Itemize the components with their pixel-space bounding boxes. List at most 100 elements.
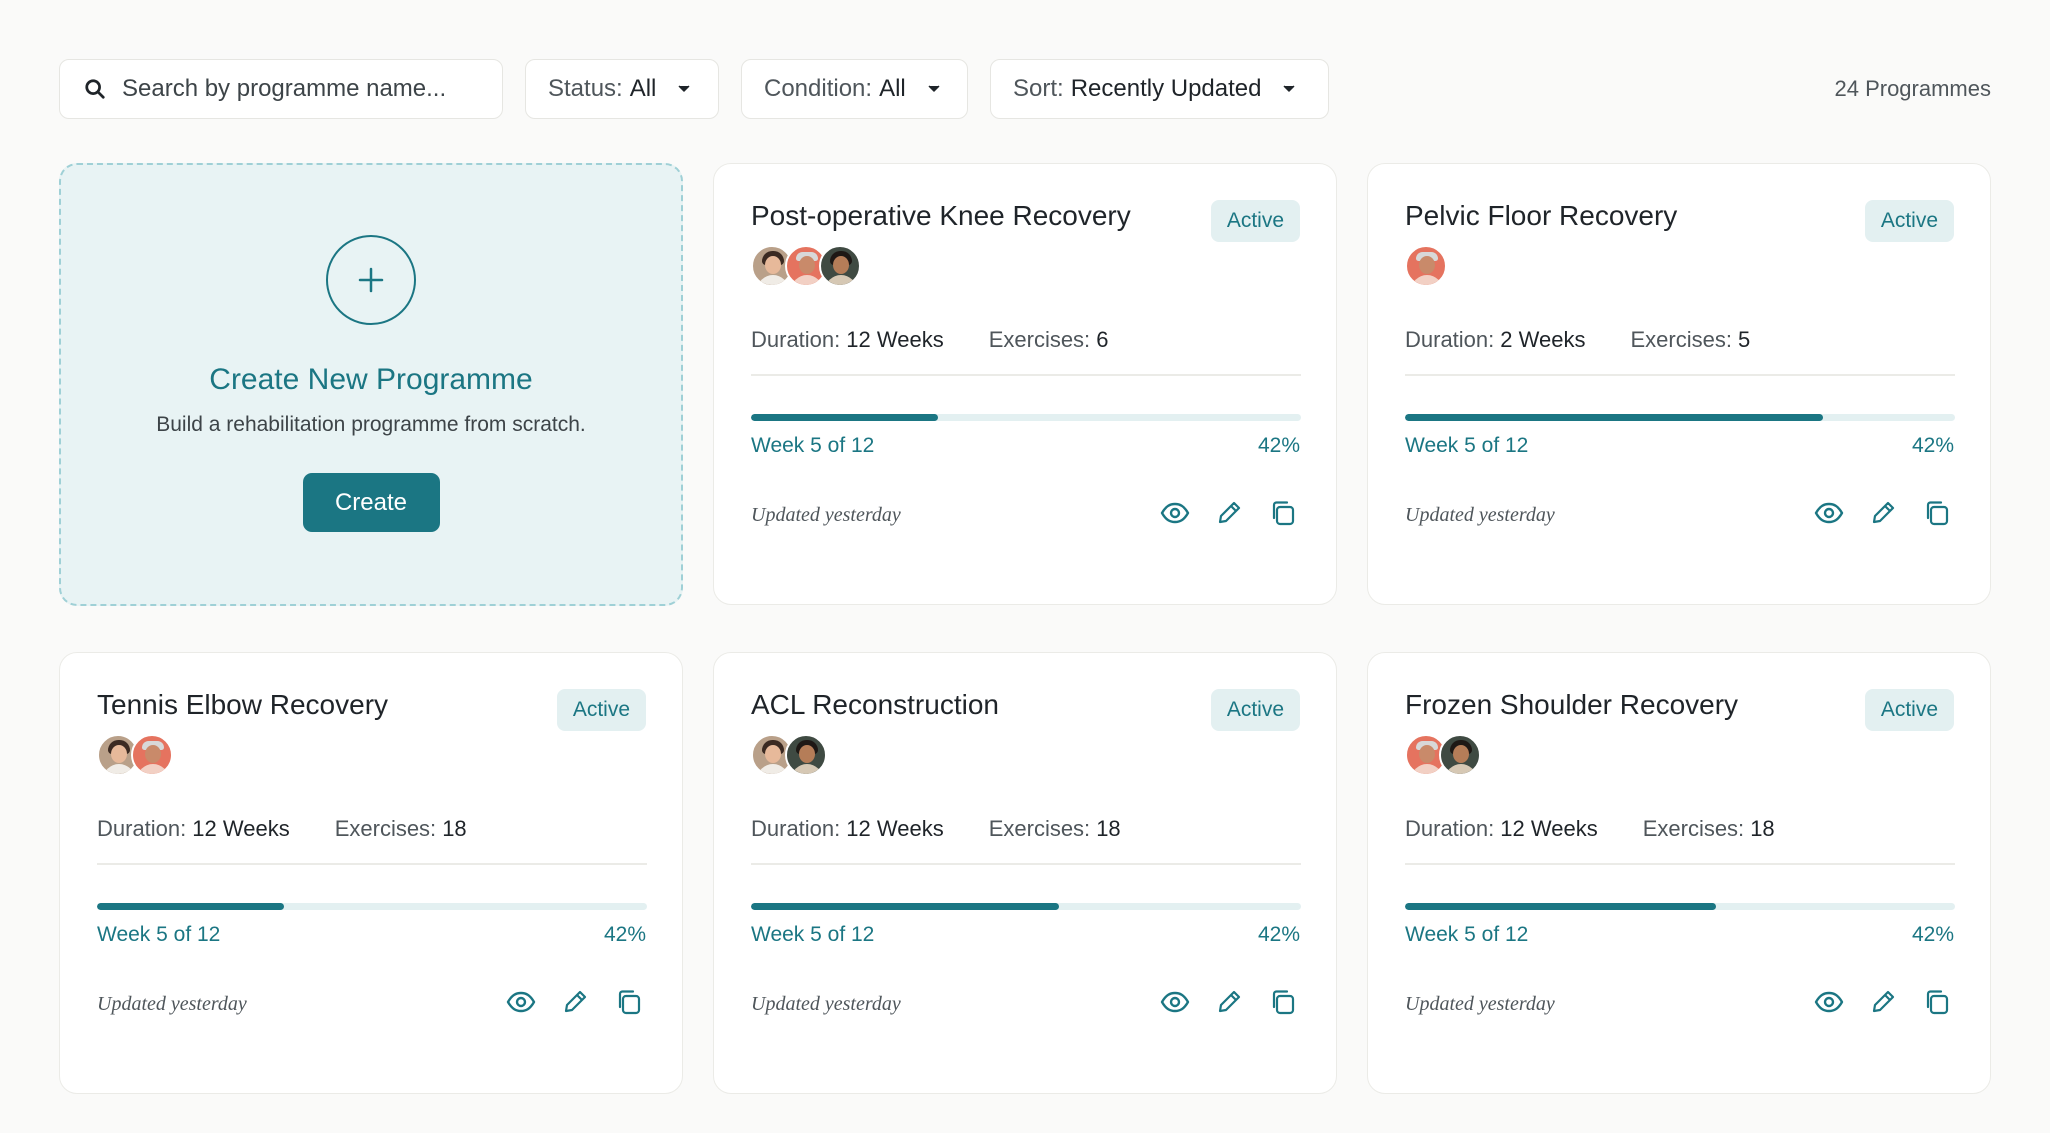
condition-filter-dropdown[interactable]: Condition: All <box>741 59 968 119</box>
progress-percent: 42% <box>1911 923 1954 946</box>
programme-meta: Duration: 12 Weeks Exercises: 6 <box>751 327 1301 353</box>
avatar <box>131 734 173 776</box>
create-programme-subtitle: Build a rehabilitation programme from sc… <box>156 413 586 436</box>
exercises-value: 5 <box>1737 327 1751 352</box>
edit-button[interactable] <box>558 985 592 1019</box>
progress-week: Week 5 of 12 <box>97 923 221 946</box>
avatar <box>1439 734 1481 776</box>
condition-filter-value: All <box>879 75 906 102</box>
progress-fill <box>751 903 1059 910</box>
eye-icon <box>1160 502 1190 524</box>
status-badge: Active <box>1864 200 1954 242</box>
programme-card[interactable]: Frozen Shoulder Recovery Active Duration… <box>1367 652 1991 1094</box>
search-box[interactable] <box>59 59 503 119</box>
progress-percent: 42% <box>1257 923 1300 946</box>
copy-icon <box>618 990 641 1015</box>
updated-text: Updated yesterday <box>751 993 901 1015</box>
duplicate-button[interactable] <box>1920 496 1954 530</box>
duration-label: Duration: <box>1405 816 1495 841</box>
chevron-down-icon <box>928 85 940 92</box>
duration-value: 12 Weeks <box>1500 816 1598 841</box>
pencil-icon <box>1218 990 1241 1013</box>
avatar <box>819 245 861 287</box>
edit-button[interactable] <box>1866 496 1900 530</box>
programme-title[interactable]: Pelvic Floor Recovery <box>1405 200 1677 232</box>
status-badge: Active <box>556 689 646 731</box>
copy-icon <box>1926 990 1949 1015</box>
card-actions <box>1792 985 1954 1019</box>
duplicate-button[interactable] <box>1266 496 1300 530</box>
avatar <box>1405 245 1447 287</box>
status-badge: Active <box>1210 689 1300 731</box>
create-button[interactable]: Create <box>302 473 440 532</box>
programme-count: 24 Programmes <box>1834 76 1991 101</box>
sort-dropdown[interactable]: Sort: Recently Updated <box>990 59 1329 119</box>
progress-percent: 42% <box>1911 434 1954 457</box>
add-programme-button[interactable] <box>326 235 416 325</box>
duration-value: 12 Weeks <box>846 816 944 841</box>
status-filter-dropdown[interactable]: Status: All <box>525 59 719 119</box>
card-actions <box>1792 496 1954 530</box>
edit-button[interactable] <box>1212 985 1246 1019</box>
toolbar: Status: All Condition: All Sort: Recentl… <box>59 59 1991 119</box>
condition-filter-label: Condition: <box>764 75 873 102</box>
edit-button[interactable] <box>1866 985 1900 1019</box>
programme-card[interactable]: Pelvic Floor Recovery Active Duration: 2… <box>1367 163 1991 605</box>
plus-icon <box>358 267 384 293</box>
exercises-value: 18 <box>442 816 467 841</box>
view-button[interactable] <box>504 985 538 1019</box>
search-input[interactable] <box>122 75 482 103</box>
eye-icon <box>1814 991 1844 1013</box>
exercises-label: Exercises: <box>334 816 437 841</box>
copy-icon <box>1272 990 1295 1015</box>
exercises-value: 18 <box>1750 816 1775 841</box>
avatar-group <box>1405 245 1447 287</box>
status-filter-label: Status: <box>548 75 623 102</box>
programme-meta: Duration: 12 Weeks Exercises: 18 <box>751 816 1301 842</box>
card-divider <box>751 374 1301 376</box>
edit-button[interactable] <box>1212 496 1246 530</box>
programme-title[interactable]: Frozen Shoulder Recovery <box>1405 689 1738 721</box>
duration-label: Duration: <box>97 816 187 841</box>
card-actions <box>1138 496 1300 530</box>
programme-card[interactable]: Post-operative Knee Recovery Active Dura… <box>713 163 1337 605</box>
exercises-value: 6 <box>1096 327 1109 352</box>
pencil-icon <box>564 990 587 1013</box>
updated-text: Updated yesterday <box>1405 504 1555 526</box>
programme-title[interactable]: Post-operative Knee Recovery <box>751 200 1131 232</box>
duplicate-button[interactable] <box>1266 985 1300 1019</box>
duration-value: 12 Weeks <box>192 816 290 841</box>
avatar <box>785 734 827 776</box>
chevron-down-icon <box>1283 85 1295 92</box>
view-button[interactable] <box>1158 985 1192 1019</box>
view-button[interactable] <box>1812 496 1846 530</box>
card-divider <box>751 863 1301 865</box>
progress-percent: 42% <box>1257 434 1300 457</box>
copy-icon <box>1926 501 1949 526</box>
status-filter-value: All <box>629 75 657 102</box>
programme-card[interactable]: Tennis Elbow Recovery Active Duration: 1… <box>59 652 683 1094</box>
duration-label: Duration: <box>751 816 841 841</box>
eye-icon <box>1160 991 1190 1013</box>
status-badge: Active <box>1864 689 1954 731</box>
programme-title[interactable]: ACL Reconstruction <box>751 689 999 721</box>
programme-meta: Duration: 2 Weeks Exercises: 5 <box>1405 327 1955 353</box>
view-button[interactable] <box>1812 985 1846 1019</box>
progress-bar <box>97 903 647 910</box>
eye-icon <box>1814 502 1844 524</box>
duration-label: Duration: <box>751 327 841 352</box>
status-badge: Active <box>1210 200 1300 242</box>
updated-text: Updated yesterday <box>1405 993 1555 1015</box>
sort-label: Sort: <box>1013 75 1064 102</box>
programme-title[interactable]: Tennis Elbow Recovery <box>97 689 388 721</box>
programme-card[interactable]: ACL Reconstruction Active Duration: 12 W… <box>713 652 1337 1094</box>
create-programme-title: Create New Programme <box>209 363 533 396</box>
view-button[interactable] <box>1158 496 1192 530</box>
card-actions <box>484 985 646 1019</box>
exercises-label: Exercises: <box>988 327 1091 352</box>
pencil-icon <box>1218 501 1241 524</box>
duplicate-button[interactable] <box>1920 985 1954 1019</box>
create-programme-card[interactable]: Create New Programme Build a rehabilitat… <box>59 163 683 606</box>
duplicate-button[interactable] <box>612 985 646 1019</box>
chevron-down-icon <box>678 85 690 92</box>
